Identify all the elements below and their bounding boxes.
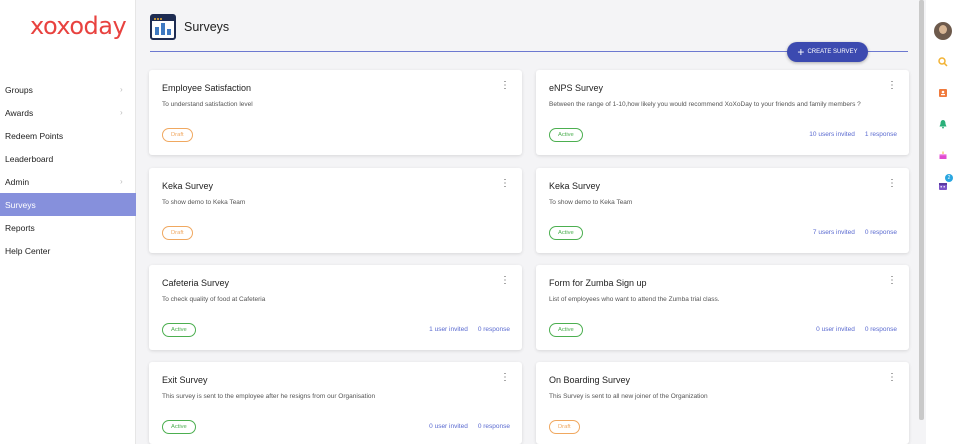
survey-card[interactable]: Keka Survey To show demo to Keka Team ⋮ … (536, 168, 909, 253)
more-vertical-icon[interactable]: ⋮ (887, 276, 897, 286)
survey-card[interactable]: Form for Zumba Sign up List of employees… (536, 265, 909, 350)
more-vertical-icon[interactable]: ⋮ (500, 373, 510, 383)
survey-card[interactable]: eNPS Survey Between the range of 1-10,ho… (536, 70, 909, 155)
survey-description: Between the range of 1-10,how likely you… (549, 101, 861, 108)
status-badge: Active (549, 323, 583, 337)
create-survey-label: CREATE SURVEY (807, 49, 858, 55)
status-badge: Draft (162, 226, 193, 240)
users-invited-link[interactable]: 0 user invited (816, 326, 855, 333)
users-invited-link[interactable]: 7 users invited (813, 229, 855, 236)
right-rail: 2 (926, 0, 960, 444)
sidebar: xoxoday Groups › Awards › Redeem Points Le… (0, 0, 136, 444)
sidebar-item-label: Surveys (5, 199, 36, 210)
survey-title: Keka Survey (162, 181, 214, 191)
more-vertical-icon[interactable]: ⋮ (500, 179, 510, 189)
sidebar-item-leaderboard[interactable]: Leaderboard (0, 147, 136, 170)
plus-icon: + (797, 44, 805, 59)
page-title: Surveys (184, 20, 230, 34)
more-vertical-icon[interactable]: ⋮ (887, 373, 897, 383)
survey-title: On Boarding Survey (549, 375, 631, 385)
responses-link[interactable]: 0 response (865, 326, 897, 333)
avatar[interactable] (934, 22, 952, 40)
sidebar-item-awards[interactable]: Awards › (0, 101, 136, 124)
sidebar-item-label: Admin (5, 176, 30, 187)
sidebar-item-label: Awards (5, 107, 34, 118)
chevron-right-icon: › (120, 85, 123, 94)
survey-card[interactable]: Cafeteria Survey To check quality of foo… (149, 265, 522, 350)
survey-card[interactable]: Employee Satisfaction To understand sati… (149, 70, 522, 155)
survey-description: To show demo to Keka Team (162, 199, 246, 206)
survey-card[interactable]: Exit Survey This survey is sent to the e… (149, 362, 522, 444)
sidebar-item-label: Redeem Points (5, 130, 64, 141)
contact-card-icon[interactable] (936, 86, 950, 100)
survey-description: To understand satisfaction level (162, 101, 253, 108)
chevron-right-icon: › (120, 108, 123, 117)
status-badge: Draft (162, 128, 193, 142)
users-invited-link[interactable]: 1 user invited (429, 326, 468, 333)
status-badge: Draft (549, 420, 580, 434)
create-survey-button[interactable]: + CREATE SURVEY (787, 42, 868, 62)
chevron-right-icon: › (120, 177, 123, 186)
sidebar-item-label: Help Center (5, 245, 51, 256)
sidebar-item-label: Leaderboard (5, 153, 54, 164)
survey-description: List of employees who want to attend the… (549, 296, 720, 303)
sidebar-item-admin[interactable]: Admin › (0, 170, 136, 193)
scrollbar[interactable] (919, 0, 924, 420)
status-badge: Active (162, 323, 196, 337)
survey-title: Keka Survey (549, 181, 601, 191)
survey-card[interactable]: Keka Survey To show demo to Keka Team ⋮ … (149, 168, 522, 253)
responses-link[interactable]: 0 response (478, 423, 510, 430)
more-vertical-icon[interactable]: ⋮ (500, 276, 510, 286)
survey-description: This Survey is sent to all new joiner of… (549, 393, 708, 400)
responses-link[interactable]: 0 response (478, 326, 510, 333)
survey-description: To check quality of food at Cafeteria (162, 296, 266, 303)
more-vertical-icon[interactable]: ⋮ (887, 179, 897, 189)
survey-title: Employee Satisfaction (162, 83, 252, 93)
sidebar-item-label: Groups (5, 84, 33, 95)
search-icon[interactable] (936, 55, 950, 69)
notification-badge: 2 (945, 174, 953, 182)
bell-icon[interactable] (936, 117, 950, 131)
status-badge: Active (549, 226, 583, 240)
survey-title: Cafeteria Survey (162, 278, 230, 288)
sidebar-item-label: Reports (5, 222, 35, 233)
sidebar-item-help-center[interactable]: Help Center (0, 239, 136, 262)
users-invited-link[interactable]: 10 users invited (809, 131, 855, 138)
status-badge: Active (549, 128, 583, 142)
xoxoday-logo[interactable]: xoxoday (30, 12, 127, 40)
sidebar-nav: Groups › Awards › Redeem Points Leaderboar… (0, 78, 136, 262)
more-vertical-icon[interactable]: ⋮ (500, 81, 510, 91)
cake-icon[interactable] (936, 148, 950, 162)
responses-link[interactable]: 0 response (865, 229, 897, 236)
survey-title: eNPS Survey (549, 83, 604, 93)
sidebar-item-groups[interactable]: Groups › (0, 78, 136, 101)
survey-description: To show demo to Keka Team (549, 199, 633, 206)
survey-title: Form for Zumba Sign up (549, 278, 647, 288)
survey-title: Exit Survey (162, 375, 208, 385)
survey-card[interactable]: On Boarding Survey This Survey is sent t… (536, 362, 909, 444)
sidebar-item-reports[interactable]: Reports (0, 216, 136, 239)
responses-link[interactable]: 1 response (865, 131, 897, 138)
more-vertical-icon[interactable]: ⋮ (887, 81, 897, 91)
sidebar-item-surveys[interactable]: Surveys (0, 193, 136, 216)
sidebar-item-redeem-points[interactable]: Redeem Points (0, 124, 136, 147)
survey-dashboard-icon (150, 14, 176, 40)
status-badge: Active (162, 420, 196, 434)
survey-description: This survey is sent to the employee afte… (162, 393, 376, 400)
users-invited-link[interactable]: 0 user invited (429, 423, 468, 430)
